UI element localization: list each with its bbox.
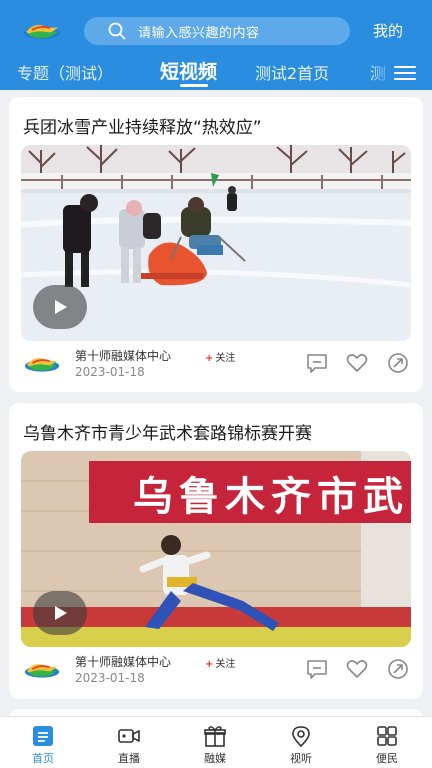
search-placeholder: 请输入感兴趣的内容 [138, 25, 260, 41]
nav-label: 直播 [118, 752, 140, 765]
source-logo-icon [24, 664, 60, 678]
comment-icon[interactable] [305, 657, 329, 681]
channel-menu-icon[interactable] [394, 66, 416, 82]
share-icon[interactable] [386, 351, 410, 375]
source-logo-icon [24, 358, 60, 372]
follow-button[interactable]: + 关注 [205, 349, 235, 364]
video-thumbnail[interactable] [21, 145, 411, 341]
nav-audio-visual[interactable]: 视听 [271, 725, 331, 766]
active-tab-indicator [180, 84, 208, 87]
play-icon [55, 300, 67, 314]
nav-live[interactable]: 直播 [99, 725, 159, 766]
tabs-fade [368, 56, 394, 88]
like-icon[interactable] [345, 351, 369, 375]
publish-date: 2023-01-18 [75, 671, 145, 685]
plus-icon: + [205, 659, 214, 670]
app-logo-icon[interactable] [22, 18, 62, 44]
tab-short-video[interactable]: 短视频 [160, 57, 217, 84]
search-icon [108, 22, 126, 40]
nav-home[interactable]: 首页 [13, 725, 73, 766]
video-title[interactable]: 乌鲁木齐市青少年武术套路锦标赛开赛 [23, 419, 312, 444]
plus-icon: + [205, 353, 214, 364]
location-pin-icon [292, 726, 310, 747]
nav-media[interactable]: 融媒 [185, 725, 245, 766]
nav-label: 便民 [376, 752, 398, 765]
gift-icon [204, 726, 226, 747]
video-card[interactable]: 兵团冰雪产业持续释放“热效应” 第十师融媒体中心 + 关注 2023-01-18 [9, 97, 423, 392]
nav-label: 融媒 [204, 752, 226, 765]
source-name[interactable]: 第十师融媒体中心 [75, 347, 171, 364]
like-icon[interactable] [345, 657, 369, 681]
follow-label: 关注 [215, 353, 236, 364]
publish-date: 2023-01-18 [75, 365, 145, 379]
play-icon [55, 606, 67, 620]
banner-text: 乌鲁木齐市武 [133, 474, 409, 519]
play-button[interactable] [33, 591, 87, 635]
follow-label: 关注 [215, 659, 236, 670]
app-header: 请输入感兴趣的内容 我的 专题（测试） 短视频 测试2首页 测 [0, 0, 432, 90]
search-bar[interactable]: 请输入感兴趣的内容 [84, 17, 350, 45]
mine-link[interactable]: 我的 [373, 20, 403, 41]
nav-label: 视听 [290, 752, 312, 765]
share-icon[interactable] [386, 657, 410, 681]
comment-icon[interactable] [305, 351, 329, 375]
home-icon [33, 726, 53, 746]
follow-button[interactable]: + 关注 [205, 655, 235, 670]
video-thumbnail[interactable]: 乌鲁木齐市武 [21, 451, 411, 647]
video-title[interactable]: 兵团冰雪产业持续释放“热效应” [23, 113, 262, 138]
grid-icon [377, 726, 397, 746]
video-card[interactable]: 乌鲁木齐市青少年武术套路锦标赛开赛 乌鲁木齐市武 第十师融媒体中心 + 关注 2… [9, 403, 423, 699]
bottom-nav: 首页 直播 融媒 视听 便民 [0, 716, 432, 768]
play-button[interactable] [33, 285, 87, 329]
source-name[interactable]: 第十师融媒体中心 [75, 653, 171, 670]
tab-test2-home[interactable]: 测试2首页 [255, 60, 329, 84]
tab-special-test[interactable]: 专题（测试） [17, 60, 113, 84]
nav-label: 首页 [32, 752, 54, 765]
live-camera-icon [118, 729, 140, 743]
nav-services[interactable]: 便民 [357, 725, 417, 766]
